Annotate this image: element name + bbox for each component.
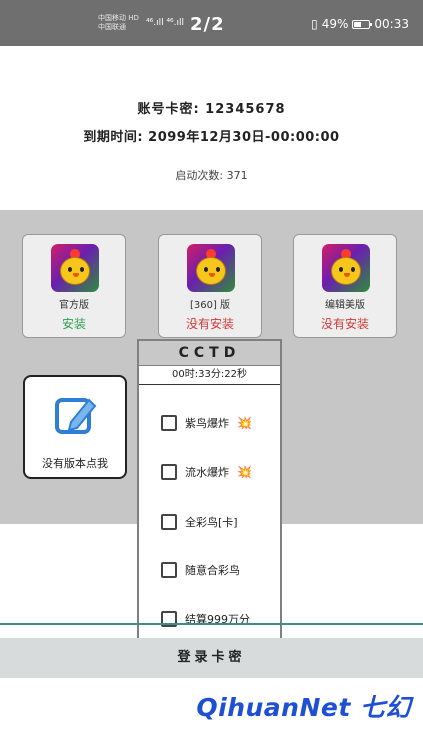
launch-count: 启动次数: 371	[175, 169, 248, 182]
clock: 00:33	[374, 17, 409, 31]
login-button[interactable]: 登录卡密	[0, 638, 423, 678]
explosion-icon: 💥	[237, 465, 252, 479]
option-purple-bird-explode[interactable]: 紫鸟爆炸 💥	[161, 413, 252, 433]
game-app-icon	[51, 244, 99, 292]
option-label: 随意合彩鸟	[185, 564, 240, 577]
version-card-official[interactable]: 官方版 安装	[22, 234, 126, 338]
option-settle-score[interactable]: 结算999万分	[161, 609, 250, 629]
status-bar: 中国移动 HD 中国联通 ⁴⁶.ıll ⁴⁶.ıll 2/2 ▯ 49% 00:…	[0, 0, 423, 46]
option-label: 全彩鸟[卡]	[185, 516, 238, 529]
battery-icon	[352, 19, 373, 29]
game-app-icon	[322, 244, 370, 292]
checkbox[interactable]	[161, 514, 177, 530]
no-version-button[interactable]: 没有版本点我	[23, 375, 127, 479]
install-status: 没有安装	[185, 317, 234, 331]
install-status: 没有安装	[320, 317, 369, 331]
carrier-info: 中国移动 HD 中国联通	[98, 14, 139, 32]
option-full-color-bird[interactable]: 全彩鸟[卡]	[161, 512, 238, 532]
cheat-menu-popup: CCTD 00时:33分:22秒 紫鸟爆炸 💥 流水爆炸 💥 全彩鸟[卡] 随意合彩…	[137, 339, 282, 649]
version-name: 官方版	[59, 300, 89, 311]
status-right: ▯ 49% 00:33	[311, 17, 409, 31]
account-info-panel: 账号卡密: 12345678 到期时间: 2099年12月30日-00:00:0…	[0, 46, 423, 210]
checkbox[interactable]	[161, 415, 177, 431]
checkbox[interactable]	[161, 464, 177, 480]
popup-title: CCTD	[139, 341, 280, 366]
page-indicator: 2/2	[190, 14, 225, 35]
carrier-2: 中国联通	[98, 23, 126, 31]
account-key: 账号卡密: 12345678	[137, 102, 286, 117]
signal-icon: ⁴⁶.ıll ⁴⁶.ıll	[146, 18, 185, 28]
version-name: 编辑美版	[325, 300, 365, 311]
carrier-1: 中国移动 HD	[98, 14, 139, 22]
explosion-icon: 💥	[237, 416, 252, 430]
install-status: 安装	[61, 317, 86, 331]
brand-logo: QihuanNet 七幻	[196, 693, 411, 722]
option-flow-explode[interactable]: 流水爆炸 💥	[161, 462, 252, 482]
option-label: 流水爆炸	[185, 466, 229, 479]
edit-icon	[55, 398, 97, 434]
version-card-edited[interactable]: 编辑美版 没有安装	[293, 234, 397, 338]
game-app-icon	[187, 244, 235, 292]
no-version-label: 没有版本点我	[42, 457, 108, 470]
option-free-color-bird[interactable]: 随意合彩鸟	[161, 560, 240, 580]
version-card-360[interactable]: [360] 版 没有安装	[158, 234, 262, 338]
battery-percent: 49%	[321, 17, 349, 31]
vibrate-icon: ▯	[311, 17, 318, 31]
popup-timer: 00时:33分:22秒	[139, 366, 280, 385]
checkbox[interactable]	[161, 562, 177, 578]
version-name: [360] 版	[189, 300, 231, 311]
expiry-time: 到期时间: 2099年12月30日-00:00:00	[83, 130, 340, 145]
divider	[0, 623, 423, 625]
option-label: 紫鸟爆炸	[185, 417, 229, 430]
